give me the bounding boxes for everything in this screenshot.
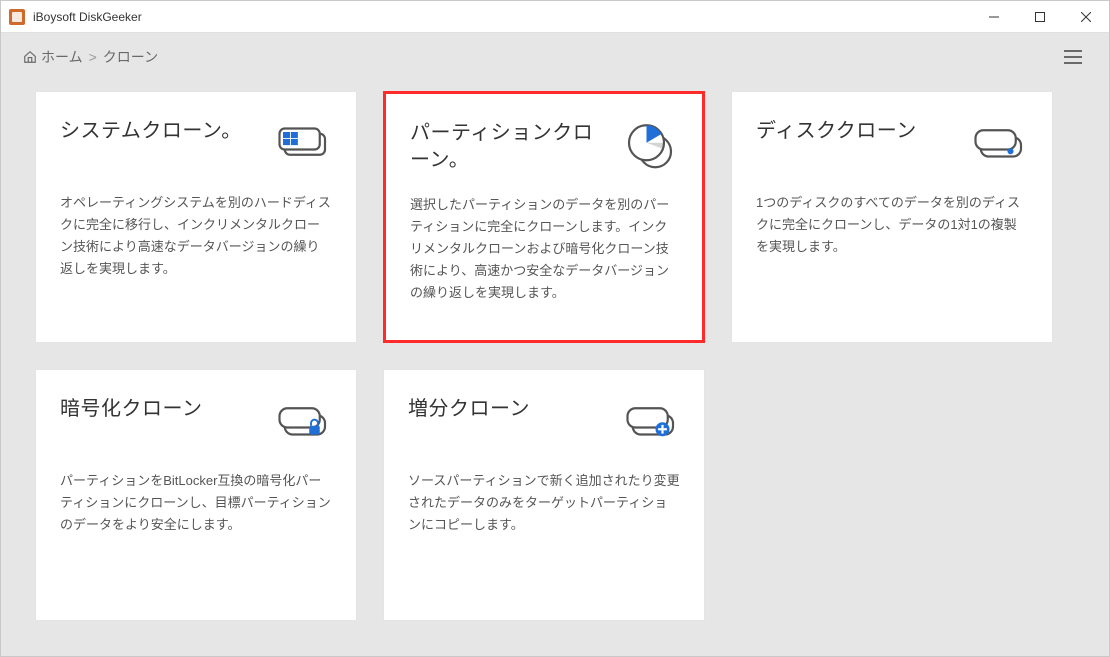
incremental-clone-icon: [624, 396, 680, 452]
breadcrumb-current: クローン: [103, 47, 158, 67]
disk-clone-icon: [972, 118, 1028, 174]
card-title: システムクローン。: [60, 118, 264, 145]
breadcrumb: ホーム > クローン: [23, 47, 158, 67]
app-icon: [9, 9, 25, 25]
card-encrypted-clone[interactable]: 暗号化クローン パーティションをBitLocker互換の暗号化パーティションにク…: [35, 369, 357, 621]
card-partition-clone[interactable]: パーティションクローン。 選択したパーティションのデータを別のパーティションに完…: [383, 91, 705, 343]
window-title: iBoysoft DiskGeeker: [33, 10, 971, 24]
maximize-button[interactable]: [1017, 1, 1063, 32]
breadcrumb-sep: >: [89, 49, 97, 65]
titlebar: iBoysoft DiskGeeker: [1, 1, 1109, 33]
card-title: 暗号化クローン: [60, 396, 264, 423]
topbar: ホーム > クローン: [1, 33, 1109, 81]
home-icon: [23, 50, 37, 64]
close-button[interactable]: [1063, 1, 1109, 32]
encrypted-clone-icon: [276, 396, 332, 452]
card-disk-clone[interactable]: ディスククローン 1つのディスクのすべてのデータを別のディスクに完全にクローンし…: [731, 91, 1053, 343]
card-desc: 選択したパーティションのデータを別のパーティションに完全にクローンします。インク…: [410, 194, 678, 304]
card-desc: ソースパーティションで新く追加されたり変更されたデータのみをターゲットパーティシ…: [408, 470, 680, 536]
card-desc: オペレーティングシステムを別のハードディスクに完全に移行し、インクリメンタルクロ…: [60, 192, 332, 280]
system-clone-icon: [276, 118, 332, 174]
partition-clone-icon: [622, 120, 678, 176]
card-title: 増分クローン: [408, 396, 612, 423]
menu-button[interactable]: [1059, 43, 1087, 71]
content-area: システムクローン。 オペレーティングシステムを別のハードディスクに完全に移行し、…: [1, 81, 1109, 656]
breadcrumb-home-label: ホーム: [41, 47, 83, 67]
card-incremental-clone[interactable]: 増分クローン ソースパーティションで新く追加されたり変更されたデータのみをターゲ…: [383, 369, 705, 621]
card-system-clone[interactable]: システムクローン。 オペレーティングシステムを別のハードディスクに完全に移行し、…: [35, 91, 357, 343]
app-window: iBoysoft DiskGeeker ホーム > クローン: [0, 0, 1110, 657]
card-title: ディスククローン: [756, 118, 960, 145]
minimize-button[interactable]: [971, 1, 1017, 32]
card-desc: パーティションをBitLocker互換の暗号化パーティションにクローンし、目標パ…: [60, 470, 332, 536]
window-controls: [971, 1, 1109, 32]
breadcrumb-home[interactable]: ホーム: [23, 47, 83, 67]
card-desc: 1つのディスクのすべてのデータを別のディスクに完全にクローンし、データの1対1の…: [756, 192, 1028, 258]
card-grid: システムクローン。 オペレーティングシステムを別のハードディスクに完全に移行し、…: [35, 91, 1075, 621]
card-title: パーティションクローン。: [410, 120, 610, 174]
